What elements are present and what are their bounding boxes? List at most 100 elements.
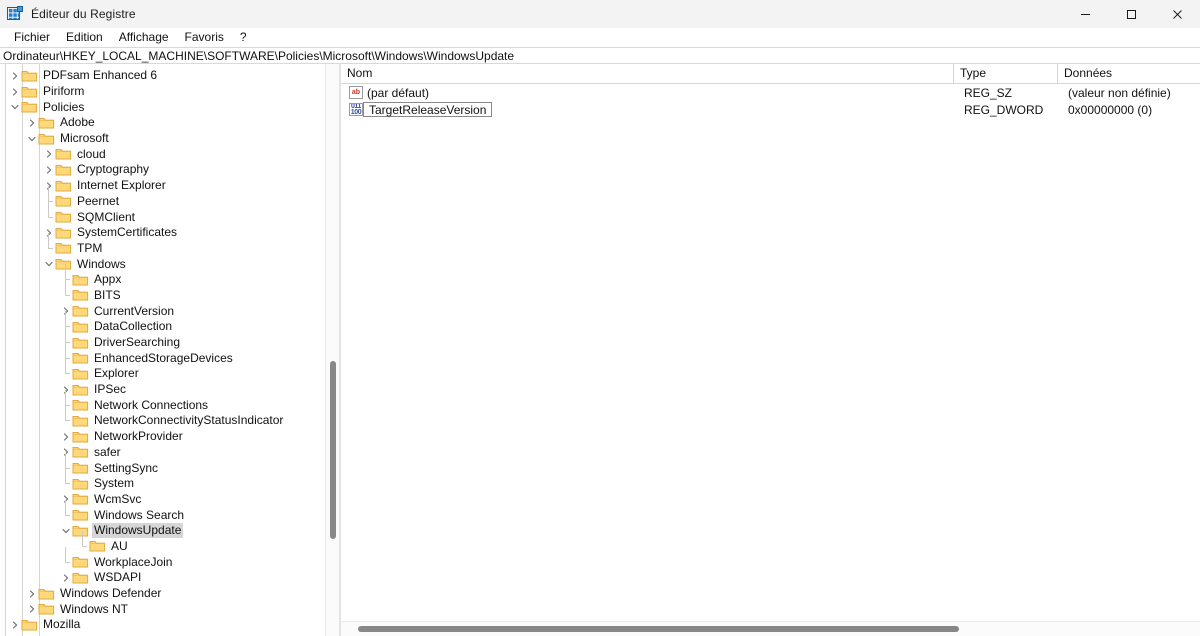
tree-item-wcmsvc[interactable]: WcmSvc <box>0 492 339 508</box>
tree-item-network-connections[interactable]: Network Connections <box>0 389 339 413</box>
tree-item-label: BITS <box>94 287 121 302</box>
column-header-name[interactable]: Nom <box>341 64 954 83</box>
values-pane: Nom Type Données ab (par défaut) REG_SZ (va… <box>340 64 1200 636</box>
values-scroll-thumb[interactable] <box>358 626 960 632</box>
chevron-right-icon[interactable] <box>25 586 38 601</box>
values-list[interactable]: ab (par défaut) REG_SZ (valeur non définie)… <box>341 84 1200 621</box>
folder-icon <box>55 226 72 240</box>
value-type-cell: REG_DWORD <box>964 102 1044 117</box>
tree-item-windows-defender[interactable]: Windows Defender <box>0 586 339 602</box>
chevron-right-icon[interactable] <box>59 429 72 444</box>
chevron-right-icon[interactable] <box>8 617 21 632</box>
folder-icon <box>55 210 72 224</box>
tree-item-mozilla[interactable]: Mozilla <box>0 617 339 633</box>
chevron-right-icon[interactable] <box>8 68 21 83</box>
tree-item-windowsupdate[interactable]: WindowsUpdate <box>0 523 339 539</box>
tree-item-label: WcmSvc <box>94 491 142 506</box>
tree-item-piriform[interactable]: Piriform <box>0 84 339 100</box>
maximize-button[interactable] <box>1108 0 1154 28</box>
tree-item-label: DataCollection <box>94 319 173 334</box>
folder-icon <box>55 257 72 271</box>
tree-item-system[interactable]: System <box>0 468 339 492</box>
tree-item-au[interactable]: AU <box>0 530 339 555</box>
tree-scroll-thumb[interactable] <box>330 361 336 539</box>
value-row[interactable]: 011 100 TargetReleaseVersion REG_DWORD 0x000… <box>341 101 1200 118</box>
column-header-data[interactable]: Données <box>1058 64 1200 83</box>
tree-item-peernet[interactable]: Peernet <box>0 185 339 210</box>
tree-item-currentversion[interactable]: CurrentVersion <box>0 303 339 319</box>
menu-favoris[interactable]: Favoris <box>177 29 232 46</box>
folder-icon <box>72 508 89 522</box>
menu-affichage[interactable]: Affichage <box>111 29 177 46</box>
tree-item-ipsec[interactable]: IPSec <box>0 382 339 398</box>
string-value-icon: ab <box>349 86 363 99</box>
column-header-type[interactable]: Type <box>954 64 1058 83</box>
chevron-right-icon[interactable] <box>25 115 38 130</box>
menu-edition[interactable]: Edition <box>58 29 111 46</box>
value-data-cell: (valeur non définie) <box>1068 85 1171 100</box>
tree-item-label: Windows Defender <box>60 586 162 601</box>
chevron-right-icon[interactable] <box>8 84 21 99</box>
tree-item-label: Explorer <box>94 366 139 381</box>
folder-icon <box>72 383 89 397</box>
value-name-cell[interactable]: ab (par défaut) <box>341 84 954 101</box>
tree-item-sqmclient[interactable]: SQMClient <box>0 201 339 225</box>
tree-vertical-scrollbar[interactable] <box>325 64 339 636</box>
menubar: Fichier Edition Affichage Favoris ? <box>0 28 1200 47</box>
folder-icon <box>72 398 89 412</box>
key-tree[interactable]: PDFsam Enhanced 6 Piriform Policies Adobe Mi… <box>0 64 339 636</box>
tree-item-cryptography[interactable]: Cryptography <box>0 162 339 178</box>
tree-item-cloud[interactable]: cloud <box>0 146 339 162</box>
values-horizontal-scrollbar[interactable] <box>341 621 1200 636</box>
tree-item-networkprovider[interactable]: NetworkProvider <box>0 429 339 445</box>
tree-item-enhancedstoragedevices[interactable]: EnhancedStorageDevices <box>0 342 339 366</box>
tree-item-driversearching[interactable]: DriverSearching <box>0 327 339 351</box>
tree-item-label: Internet Explorer <box>77 178 166 193</box>
tree-item-adobe[interactable]: Adobe <box>0 115 339 131</box>
chevron-right-icon[interactable] <box>25 602 38 617</box>
close-button[interactable] <box>1154 0 1200 28</box>
tree-item-bits[interactable]: BITS <box>0 279 339 304</box>
tree-item-workplacejoin[interactable]: WorkplaceJoin <box>0 546 339 570</box>
titlebar: Éditeur du Registre <box>0 0 1200 28</box>
tree-item-windows[interactable]: Windows <box>0 256 339 272</box>
tree-item-appx[interactable]: Appx <box>0 264 339 288</box>
tree-item-label: NetworkProvider <box>94 429 183 444</box>
chevron-right-icon[interactable] <box>42 162 55 177</box>
tree-item-policies[interactable]: Policies <box>0 99 339 115</box>
tree-item-tpm[interactable]: TPM <box>0 232 339 257</box>
tree-item-settingsync[interactable]: SettingSync <box>0 452 339 476</box>
chevron-down-icon[interactable] <box>8 100 21 115</box>
tree-item-windows-nt[interactable]: Windows NT <box>0 601 339 617</box>
folder-icon <box>72 273 89 287</box>
tree-item-explorer[interactable]: Explorer <box>0 358 339 382</box>
tree-item-windows-search[interactable]: Windows Search <box>0 499 339 523</box>
folder-icon <box>55 179 72 193</box>
menu-fichier[interactable]: Fichier <box>6 29 58 46</box>
value-name-rename-input[interactable]: TargetReleaseVersion <box>363 102 493 117</box>
tree-item-microsoft[interactable]: Microsoft <box>0 131 339 147</box>
tree-item-label: TPM <box>77 240 103 255</box>
tree-item-datacollection[interactable]: DataCollection <box>0 311 339 335</box>
tree-item-label: Policies <box>43 99 85 114</box>
chevron-right-icon[interactable] <box>59 570 72 585</box>
tree-item-pdfsam-enhanced-6[interactable]: PDFsam Enhanced 6 <box>0 68 339 84</box>
chevron-right-icon[interactable] <box>42 147 55 162</box>
chevron-down-icon[interactable] <box>42 257 55 272</box>
chevron-down-icon[interactable] <box>59 523 72 538</box>
tree-item-systemcertificates[interactable]: SystemCertificates <box>0 225 339 241</box>
menu-aide[interactable]: ? <box>232 29 255 46</box>
tree-item-safer[interactable]: safer <box>0 445 339 461</box>
address-bar[interactable]: Ordinateur\HKEY_LOCAL_MACHINE\SOFTWARE\P… <box>0 47 1200 64</box>
tree-item-label: PDFsam Enhanced 6 <box>43 68 158 83</box>
value-row[interactable]: ab (par défaut) REG_SZ (valeur non définie) <box>341 84 1200 101</box>
tree-item-wsdapi[interactable]: WSDAPI <box>0 570 339 586</box>
tree-guide-line <box>59 279 72 303</box>
minimize-button[interactable] <box>1062 0 1108 28</box>
main-body: PDFsam Enhanced 6 Piriform Policies Adobe Mi… <box>0 64 1200 636</box>
chevron-down-icon[interactable] <box>25 131 38 146</box>
folder-icon <box>72 571 89 585</box>
tree-item-networkconnectivitystatusindicator[interactable]: NetworkConnectivityStatusIndicator <box>0 405 339 429</box>
tree-item-internet-explorer[interactable]: Internet Explorer <box>0 178 339 194</box>
value-name-cell[interactable]: 011 100 TargetReleaseVersion <box>341 101 954 118</box>
